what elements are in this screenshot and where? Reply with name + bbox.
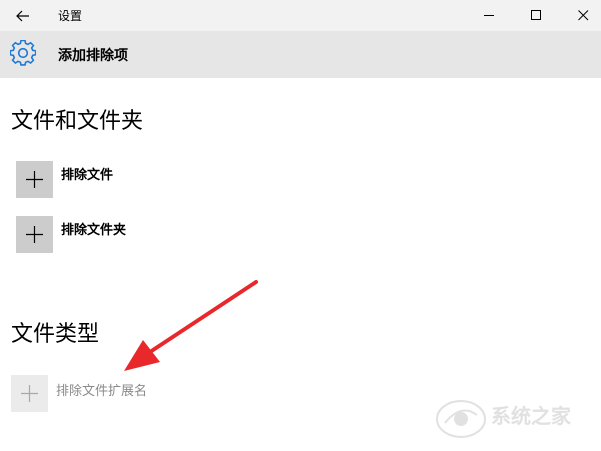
add-button-box[interactable] — [11, 375, 48, 412]
section-title-file-types: 文件类型 — [11, 322, 100, 347]
back-button[interactable] — [0, 0, 46, 31]
page-title: 添加排除项 — [58, 48, 128, 64]
minimize-button[interactable] — [466, 0, 512, 31]
exclude-file-label: 排除文件 — [61, 168, 114, 183]
maximize-button[interactable] — [513, 0, 559, 31]
maximize-icon — [530, 10, 541, 20]
close-icon — [577, 10, 588, 21]
minimize-icon — [483, 15, 494, 16]
close-button[interactable] — [560, 0, 601, 31]
back-arrow-icon — [16, 10, 29, 21]
plus-icon — [26, 226, 43, 243]
gear-icon — [10, 40, 36, 66]
title-bar: 设置 — [0, 0, 601, 31]
section-title-files-folders: 文件和文件夹 — [11, 109, 144, 134]
plus-icon — [21, 385, 38, 402]
plus-icon — [26, 171, 43, 188]
exclude-extension-label: 排除文件扩展名 — [56, 384, 148, 399]
add-button-box[interactable] — [16, 161, 53, 198]
svg-text:系统之家: 系统之家 — [491, 404, 572, 428]
window-title: 设置 — [58, 9, 83, 23]
exclude-folder-label: 排除文件夹 — [61, 223, 127, 238]
watermark-logo: 系统之家 — [436, 400, 572, 438]
page-header: 添加排除项 — [0, 31, 601, 78]
add-button-box[interactable] — [16, 216, 53, 253]
